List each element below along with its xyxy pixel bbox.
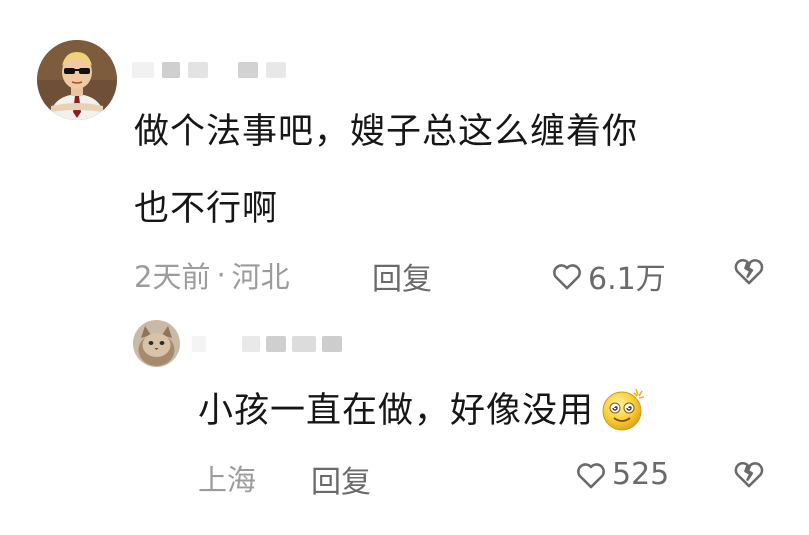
- username-redacted: [192, 336, 342, 352]
- dizzy-smiley-emoji-icon: [598, 383, 648, 433]
- timestamp: 2天前: [134, 260, 211, 294]
- reply-button[interactable]: 回复: [372, 254, 432, 298]
- comment-meta: 2天前 · 河北: [134, 254, 290, 296]
- like-button[interactable]: 6.1万: [550, 254, 666, 298]
- like-button[interactable]: 525: [574, 457, 669, 492]
- comment-text-content: 小孩一直在做，好像没用: [198, 391, 595, 431]
- comment-text-line-1: 做个法事吧，嫂子总这么缠着你: [134, 112, 639, 152]
- reply-button[interactable]: 回复: [311, 457, 371, 501]
- location: 上海: [198, 463, 257, 497]
- broken-heart-icon: [734, 462, 764, 488]
- meta-separator: ·: [216, 258, 226, 292]
- broken-heart-icon: [734, 259, 764, 285]
- username-redacted: [132, 62, 286, 78]
- comment-meta: 上海: [198, 457, 256, 499]
- heart-outline-icon: [577, 462, 605, 488]
- dislike-button[interactable]: [731, 254, 767, 288]
- comment-text-line-2: 也不行啊: [134, 189, 279, 229]
- like-count: 6.1万: [588, 262, 666, 297]
- cartoon-man-sunglasses-avatar-icon: [37, 40, 117, 120]
- cat-avatar-icon: [133, 320, 180, 367]
- dislike-button[interactable]: [731, 457, 767, 491]
- location: 河北: [231, 260, 290, 294]
- avatar[interactable]: [37, 40, 117, 120]
- comment-text: 小孩一直在做，好像没用: [198, 380, 648, 442]
- avatar[interactable]: [133, 320, 180, 367]
- like-count: 525: [612, 457, 670, 492]
- heart-outline-icon: [553, 264, 581, 290]
